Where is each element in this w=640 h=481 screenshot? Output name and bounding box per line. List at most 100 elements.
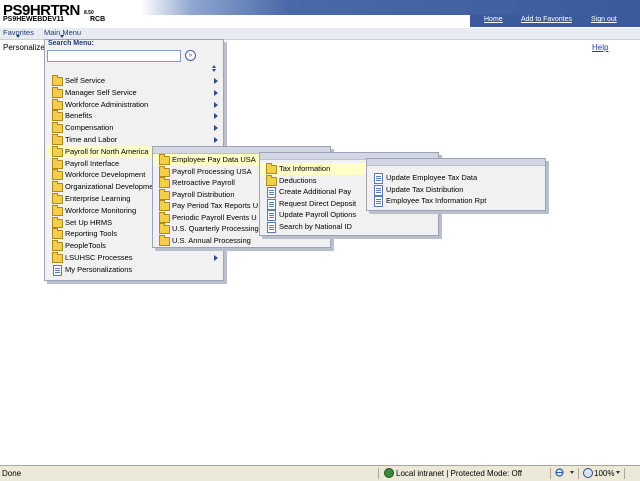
folder-icon (52, 110, 63, 122)
folder-icon (52, 228, 63, 240)
menu-item-label: PeopleTools (65, 241, 106, 251)
menu-item-label: Create Additional Pay (279, 187, 352, 196)
menu-item[interactable]: Benefits (46, 110, 220, 122)
personalize-link[interactable]: Personalize (3, 43, 45, 52)
folder-icon (159, 211, 170, 223)
menu-item[interactable]: Self Service (46, 75, 220, 87)
menu-item-label: Payroll Distribution (172, 189, 235, 199)
menu-item-label: Employee Pay Data USA (172, 155, 256, 164)
menu-item-label: Update Payroll Options (279, 210, 357, 219)
folder-icon (52, 193, 63, 204)
menu-item-label: Reporting Tools (65, 229, 117, 239)
chevron-right-icon (214, 125, 218, 132)
menu-item[interactable]: Update Employee Tax Data (367, 172, 543, 184)
folder-icon (159, 188, 170, 200)
status-bar: Done Local intranet | Protected Mode: Of… (0, 465, 640, 481)
menu-item-label: Tax Information (279, 164, 331, 173)
folder-icon (52, 157, 63, 169)
menu-item-label: Workforce Monitoring (65, 205, 137, 215)
menu-item-label: Deductions (279, 175, 317, 185)
menu-item-label: Search by National ID (279, 221, 352, 231)
document-icon (267, 210, 276, 221)
menu-item[interactable]: Employee Tax Information Rpt (367, 195, 543, 207)
menu-item-label: Self Service (65, 76, 106, 85)
folder-icon (159, 200, 170, 211)
document-icon (267, 198, 276, 210)
menu-item[interactable]: LSUHSC Processes (46, 252, 220, 264)
menu-item-label: Periodic Payroll Events U (172, 212, 257, 222)
favorites-chevron-icon[interactable] (16, 35, 20, 38)
folder-icon (266, 174, 277, 186)
sign-out-link[interactable]: Sign out (591, 16, 617, 23)
sort-icon[interactable] (212, 65, 217, 73)
status-divider (578, 468, 579, 479)
menu-item-label: Benefits (65, 111, 93, 121)
submenu-header (367, 159, 545, 166)
menu-item[interactable]: Workforce Administration (46, 98, 220, 111)
folder-icon (52, 169, 63, 181)
folder-icon (159, 165, 170, 177)
folder-icon (52, 216, 63, 228)
folder-icon (52, 145, 63, 157)
menu-item[interactable]: Search by National ID (260, 221, 436, 233)
chevron-right-icon (214, 78, 218, 84)
search-menu-input[interactable] (47, 50, 181, 62)
folder-icon (159, 223, 170, 234)
folder-icon (52, 86, 63, 98)
security-zone: Local intranet | Protected Mode: Off (396, 469, 522, 478)
help-link[interactable]: Help (592, 43, 608, 52)
chevron-right-icon (214, 89, 218, 96)
folder-icon (52, 75, 63, 86)
document-icon (267, 221, 276, 233)
protected-mode-icon[interactable] (555, 468, 564, 477)
header-band (0, 0, 640, 15)
menu-item-label: Update Employee Tax Data (386, 173, 478, 182)
menu-item-label: Payroll Processing USA (172, 166, 252, 176)
menu-item-label: LSUHSC Processes (65, 253, 133, 262)
chevron-right-icon (214, 101, 218, 108)
status-divider (378, 468, 379, 479)
zoom-chevron-down-icon[interactable] (616, 471, 620, 474)
search-go-icon[interactable]: » (185, 50, 196, 61)
menu-item-label: U.S. Quarterly Processing (172, 224, 259, 233)
add-to-favorites-link[interactable]: Add to Favorites (521, 16, 572, 23)
menu-item-label: Workforce Development (65, 170, 146, 180)
main-menu-chevron-icon[interactable] (60, 35, 64, 38)
chevron-right-icon (214, 113, 218, 120)
folder-icon (52, 240, 63, 252)
folder-icon (52, 181, 63, 193)
status-text: Done (2, 469, 22, 478)
chevron-right-icon (214, 255, 218, 261)
menu-item[interactable]: U.S. Annual Processing (153, 234, 328, 247)
menu-item-label: Set Up HRMS (65, 217, 113, 227)
folder-icon (266, 163, 277, 174)
menu-item-label: Time and Labor (65, 135, 118, 144)
folder-icon (159, 177, 170, 188)
zoom-level[interactable]: 100% (594, 469, 614, 478)
menu-item[interactable]: Time and Labor (46, 134, 220, 146)
document-icon (267, 187, 276, 198)
folder-icon (159, 234, 170, 246)
menu-item[interactable]: My Personalizations (46, 264, 220, 276)
folder-icon (52, 134, 63, 145)
zoom-icon[interactable] (583, 468, 593, 478)
menu-item-label: Enterprise Learning (65, 194, 131, 203)
status-divider (624, 468, 625, 479)
menu-item[interactable]: Update Tax Distribution (367, 184, 543, 196)
document-icon (53, 264, 62, 276)
menu-item-label: Organizational Developme (65, 182, 154, 192)
chevron-right-icon (214, 137, 218, 143)
menu-item-label: My Personalizations (65, 264, 133, 274)
menu-item-label: Workforce Administration (65, 99, 149, 109)
home-link[interactable]: Home (484, 16, 503, 23)
folder-icon (52, 98, 63, 110)
menu-item-label: Payroll for North America (65, 146, 149, 156)
document-icon (374, 184, 383, 196)
menu-item-label: Compensation (65, 123, 114, 133)
folder-icon (159, 154, 170, 165)
menu-item[interactable]: Manager Self Service (46, 86, 220, 99)
menu-item[interactable]: Compensation (46, 122, 220, 134)
menu-item-label: U.S. Annual Processing (172, 235, 251, 245)
chevron-down-icon[interactable] (570, 471, 574, 474)
menu-item-label: Pay Period Tax Reports U (172, 201, 259, 210)
